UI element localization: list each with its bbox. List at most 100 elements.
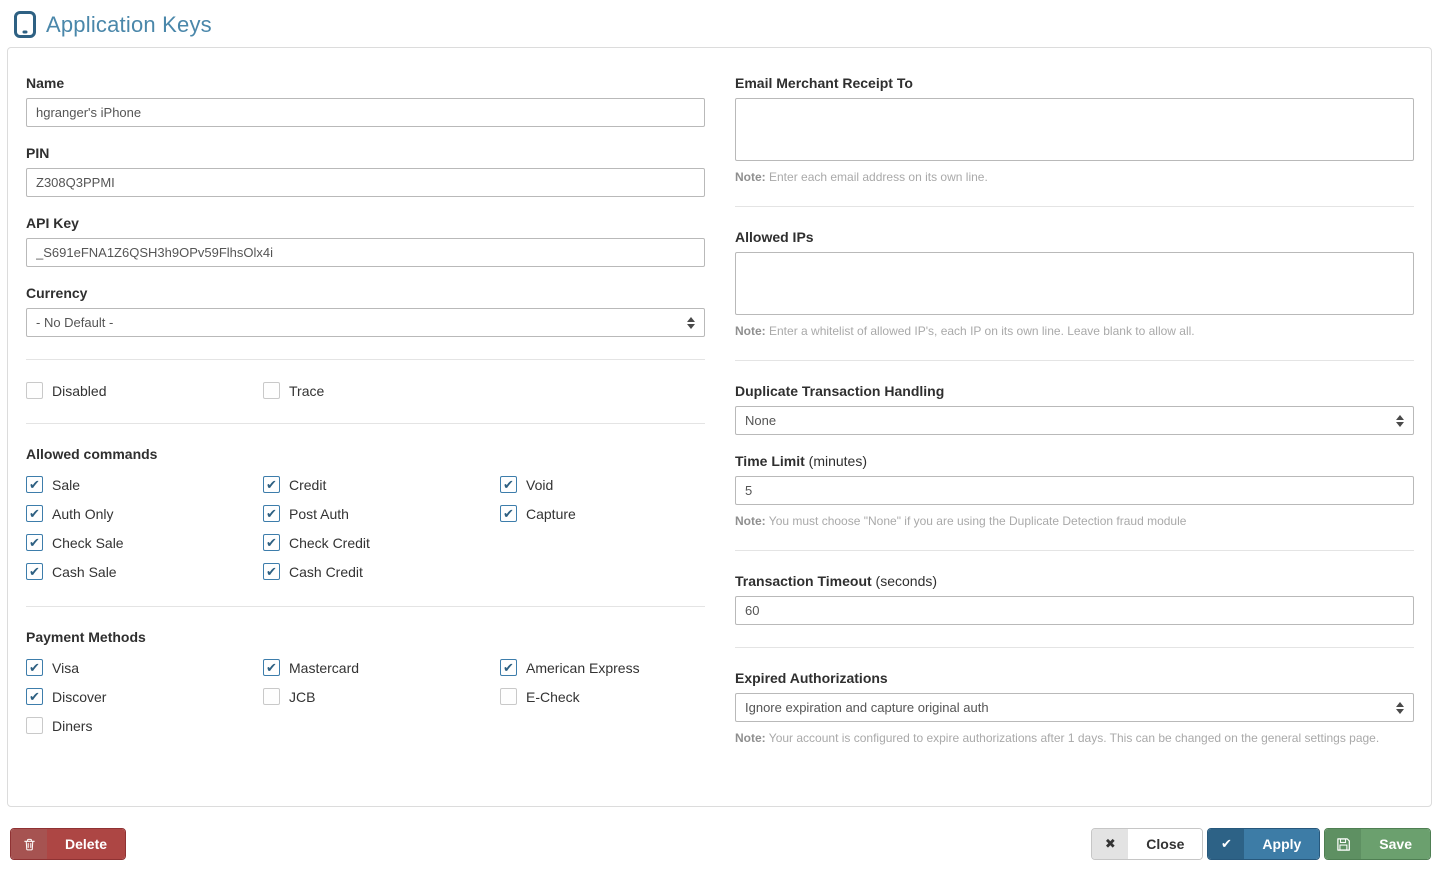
checkbox-unchecked-icon[interactable] xyxy=(26,382,43,399)
duplicate-handling-selected-value: None xyxy=(745,413,777,428)
api-key-input[interactable] xyxy=(26,238,705,267)
note-prefix: Note: xyxy=(735,731,766,745)
right-column: Email Merchant Receipt To Note: Enter ea… xyxy=(735,75,1414,780)
expired-auth-select[interactable]: Ignore expiration and capture original a… xyxy=(735,693,1414,722)
time-limit-label: Time Limit (minutes) xyxy=(735,453,867,469)
expired-auth-note: Note: Your account is configured to expi… xyxy=(735,731,1414,745)
transaction-timeout-group: Transaction Timeout (seconds) xyxy=(735,573,1414,625)
divider xyxy=(26,423,705,424)
allowed-ips-note: Note: Enter a whitelist of allowed IP's,… xyxy=(735,324,1414,338)
select-updown-icon xyxy=(687,316,695,329)
checkbox-item-sale[interactable]: ✔ Sale xyxy=(26,476,263,493)
checkbox-checked-icon[interactable]: ✔ xyxy=(263,534,280,551)
note-text: Enter each email address on its own line… xyxy=(765,170,988,184)
checkbox-item-post-auth[interactable]: ✔ Post Auth xyxy=(263,505,500,522)
checkbox-label: Check Sale xyxy=(52,534,124,551)
save-button[interactable]: Save xyxy=(1324,828,1431,860)
allowed-ips-textarea[interactable] xyxy=(735,252,1414,315)
pin-label: PIN xyxy=(26,145,50,161)
name-field-group: Name xyxy=(26,75,705,127)
checkbox-label: Cash Sale xyxy=(52,563,117,580)
note-text: Your account is configured to expire aut… xyxy=(765,731,1380,745)
checkbox-checked-icon[interactable]: ✔ xyxy=(26,505,43,522)
time-limit-unit: (minutes) xyxy=(804,453,867,469)
select-updown-icon xyxy=(1396,701,1404,714)
close-x-icon: ✖ xyxy=(1092,829,1129,859)
page-header: Application Keys xyxy=(0,0,1439,47)
floppy-save-icon xyxy=(1325,829,1362,859)
trash-icon xyxy=(11,829,47,859)
checkbox-checked-icon[interactable]: ✔ xyxy=(500,505,517,522)
checkbox-checked-icon[interactable]: ✔ xyxy=(26,688,43,705)
checkbox-column: ✔ Credit ✔ Post Auth ✔ Check Credit ✔ Cash Cred… xyxy=(263,476,500,592)
checkbox-item-void[interactable]: ✔ Void xyxy=(500,476,576,493)
transaction-timeout-input[interactable] xyxy=(735,596,1414,625)
email-receipt-textarea[interactable] xyxy=(735,98,1414,161)
checkbox-item-disabled[interactable]: Disabled xyxy=(26,382,263,399)
checkbox-item-auth-only[interactable]: ✔ Auth Only xyxy=(26,505,263,522)
checkbox-item-diners[interactable]: Diners xyxy=(26,717,263,734)
allowed-commands-section: Allowed commands ✔ Sale ✔ Auth Only ✔ Check S… xyxy=(26,446,705,592)
checkbox-checked-icon[interactable]: ✔ xyxy=(26,659,43,676)
checkbox-unchecked-icon[interactable] xyxy=(263,688,280,705)
checkbox-unchecked-icon[interactable] xyxy=(500,688,517,705)
currency-select[interactable]: - No Default - xyxy=(26,308,705,337)
checkbox-label: Credit xyxy=(289,476,327,493)
checkbox-label: Void xyxy=(526,476,554,493)
allowed-commands-title: Allowed commands xyxy=(26,446,158,462)
checkbox-item-credit[interactable]: ✔ Credit xyxy=(263,476,500,493)
checkbox-label: Diners xyxy=(52,717,93,734)
checkbox-item-cash-sale[interactable]: ✔ Cash Sale xyxy=(26,563,263,580)
checkbox-unchecked-icon[interactable] xyxy=(26,717,43,734)
checkbox-item-american-express[interactable]: ✔ American Express xyxy=(500,659,640,676)
time-limit-input[interactable] xyxy=(735,476,1414,505)
checkbox-item-jcb[interactable]: JCB xyxy=(263,688,500,705)
checkbox-label: Auth Only xyxy=(52,505,114,522)
checkbox-item-check-sale[interactable]: ✔ Check Sale xyxy=(26,534,263,551)
checkbox-checked-icon[interactable]: ✔ xyxy=(263,505,280,522)
note-text: You must choose "None" if you are using … xyxy=(765,514,1187,528)
name-input[interactable] xyxy=(26,98,705,127)
delete-button[interactable]: Delete xyxy=(10,828,127,860)
checkbox-label: Check Credit xyxy=(289,534,370,551)
duplicate-handling-select[interactable]: None xyxy=(735,406,1414,435)
transaction-timeout-unit: (seconds) xyxy=(871,573,938,589)
checkbox-item-cash-credit[interactable]: ✔ Cash Credit xyxy=(263,563,500,580)
checkbox-label: Sale xyxy=(52,476,81,493)
expired-auth-group: Expired Authorizations Ignore expiration… xyxy=(735,670,1414,745)
checkbox-label: E-Check xyxy=(526,688,580,705)
apply-button[interactable]: ✔ Apply xyxy=(1207,828,1321,860)
checkbox-item-capture[interactable]: ✔ Capture xyxy=(500,505,576,522)
checkbox-item-discover[interactable]: ✔ Discover xyxy=(26,688,263,705)
checkbox-checked-icon[interactable]: ✔ xyxy=(26,476,43,493)
checkbox-checked-icon[interactable]: ✔ xyxy=(500,659,517,676)
apply-check-icon: ✔ xyxy=(1208,829,1245,859)
checkbox-checked-icon[interactable]: ✔ xyxy=(263,659,280,676)
checkbox-item-visa[interactable]: ✔ Visa xyxy=(26,659,263,676)
checkbox-column: ✔ Sale ✔ Auth Only ✔ Check Sale ✔ Cash Sale xyxy=(26,476,263,592)
payment-methods-section: Payment Methods ✔ Visa ✔ Discover Diners ✔ Mas… xyxy=(26,629,705,746)
left-column: Name PIN API Key Currency - No Default -… xyxy=(26,75,705,780)
checkbox-checked-icon[interactable]: ✔ xyxy=(26,563,43,580)
checkbox-checked-icon[interactable]: ✔ xyxy=(263,476,280,493)
checkbox-label: Visa xyxy=(52,659,79,676)
close-button[interactable]: ✖ Close xyxy=(1091,828,1204,860)
checkbox-item-e-check[interactable]: E-Check xyxy=(500,688,640,705)
email-receipt-label: Email Merchant Receipt To xyxy=(735,75,913,91)
checkbox-column: Trace xyxy=(263,382,324,411)
delete-button-label: Delete xyxy=(47,829,126,859)
checkbox-item-mastercard[interactable]: ✔ Mastercard xyxy=(263,659,500,676)
checkbox-unchecked-icon[interactable] xyxy=(263,382,280,399)
checkbox-checked-icon[interactable]: ✔ xyxy=(500,476,517,493)
application-key-form-panel: Name PIN API Key Currency - No Default -… xyxy=(7,47,1432,807)
pin-input[interactable] xyxy=(26,168,705,197)
checkbox-checked-icon[interactable]: ✔ xyxy=(26,534,43,551)
checkbox-item-check-credit[interactable]: ✔ Check Credit xyxy=(263,534,500,551)
checkbox-label: Disabled xyxy=(52,382,107,399)
divider xyxy=(26,606,705,607)
checkbox-item-trace[interactable]: Trace xyxy=(263,382,324,399)
checkbox-column: ✔ Void ✔ Capture xyxy=(500,476,576,592)
note-prefix: Note: xyxy=(735,324,766,338)
apply-button-label: Apply xyxy=(1244,829,1320,859)
checkbox-checked-icon[interactable]: ✔ xyxy=(263,563,280,580)
